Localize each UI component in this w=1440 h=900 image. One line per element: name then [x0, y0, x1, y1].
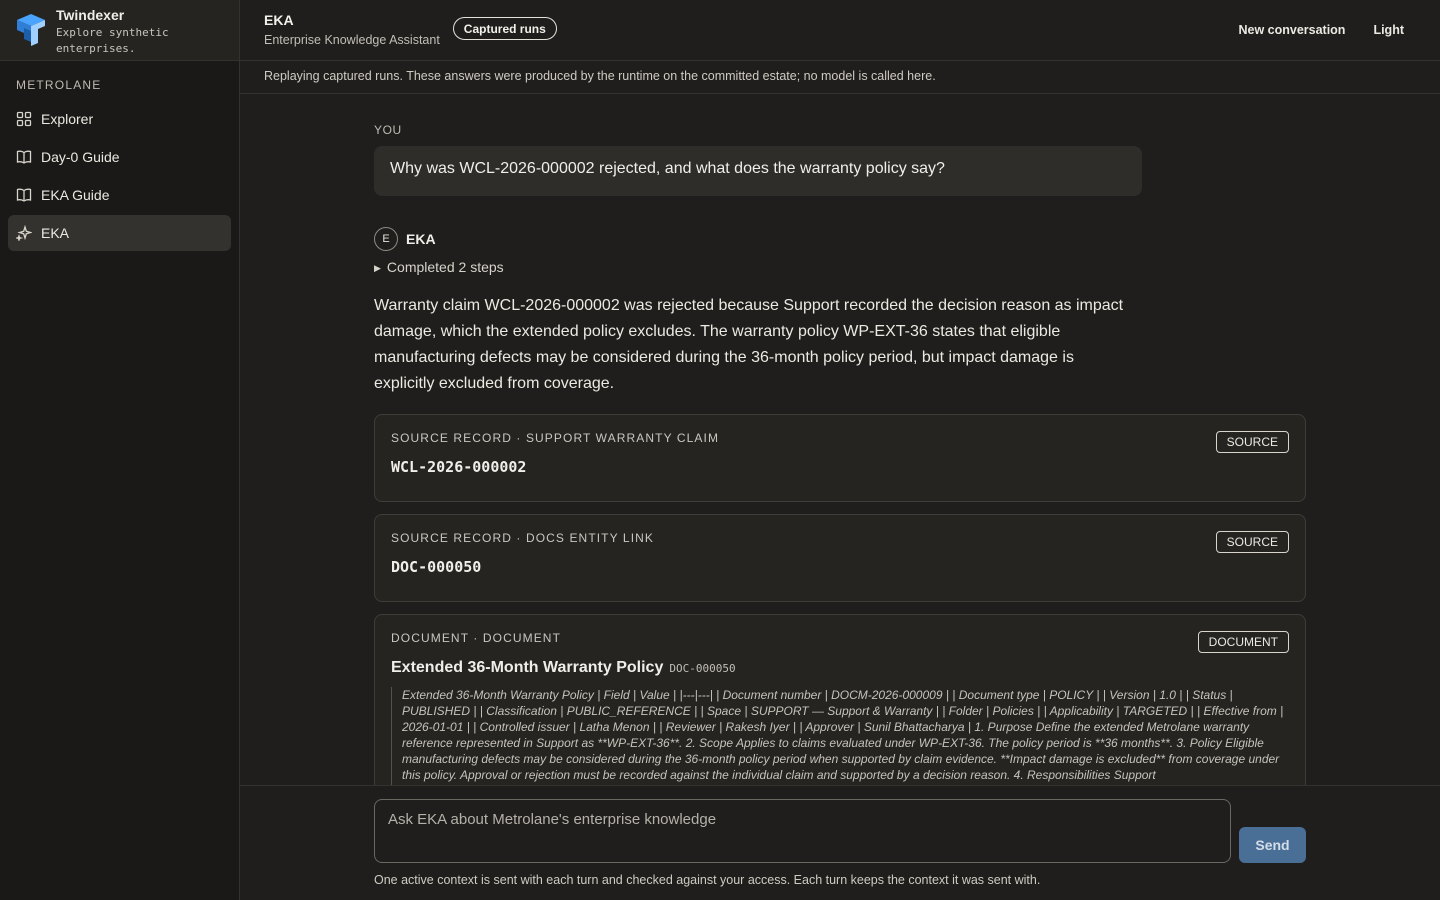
source-card-id: WCL-2026-000002	[391, 458, 527, 476]
page-subtitle: Enterprise Knowledge Assistant	[264, 33, 440, 47]
assistant-header: E EKA	[374, 227, 436, 251]
top-header: EKA Enterprise Knowledge Assistant Captu…	[240, 0, 1440, 61]
sidebar-item-eka[interactable]: EKA	[8, 215, 231, 251]
page-title: EKA	[264, 12, 294, 28]
sidebar-item-label: EKA	[41, 225, 70, 241]
assistant-name: EKA	[406, 231, 436, 247]
conversation-pane[interactable]: YOU Why was WCL-2026-000002 rejected, an…	[240, 94, 1440, 785]
sidebar-item-label: Day-0 Guide	[41, 149, 120, 165]
document-id: DOC-000050	[669, 662, 736, 675]
composer: Ask EKA about Metrolane's enterprise kno…	[240, 785, 1440, 900]
source-badge: SOURCE	[1215, 431, 1289, 453]
assistant-avatar: E	[374, 227, 398, 251]
document-badge: DOCUMENT	[1197, 631, 1289, 653]
document-card-kind: DOCUMENT · DOCUMENT	[391, 631, 562, 645]
brand[interactable]: Twindexer Explore synthetic enterprises.	[0, 0, 239, 61]
source-card-kind: SOURCE RECORD · DOCS ENTITY LINK	[391, 531, 655, 545]
source-card-kind: SOURCE RECORD · SUPPORT WARRANTY CLAIM	[391, 431, 720, 445]
brand-name: Twindexer	[56, 7, 125, 23]
steps-disclosure[interactable]: ▶ Completed 2 steps	[374, 259, 504, 275]
sidebar-item-day-0-guide[interactable]: Day-0 Guide	[8, 139, 231, 175]
book-icon	[16, 150, 32, 164]
source-card[interactable]: SOURCE RECORD · DOCS ENTITY LINK DOC-000…	[374, 514, 1306, 602]
sidebar-item-eka-guide[interactable]: EKA Guide	[8, 177, 231, 213]
sidebar-item-explorer[interactable]: Explorer	[8, 101, 231, 137]
replay-notice: Replaying captured runs. These answers w…	[240, 61, 1440, 94]
source-card[interactable]: SOURCE RECORD · SUPPORT WARRANTY CLAIM W…	[374, 414, 1306, 502]
user-message: Why was WCL-2026-000002 rejected, and wh…	[374, 146, 1142, 196]
disclosure-triangle-icon: ▶	[374, 263, 381, 273]
user-label: YOU	[374, 123, 402, 137]
document-card[interactable]: DOCUMENT · DOCUMENT DOCUMENT Extended 36…	[374, 614, 1306, 785]
brand-tagline: Explore synthetic enterprises.	[56, 26, 169, 55]
send-button[interactable]: Send	[1239, 827, 1306, 863]
source-badge: SOURCE	[1215, 531, 1289, 553]
new-conversation-button[interactable]: New conversation	[1238, 23, 1345, 37]
message-input[interactable]: Ask EKA about Metrolane's enterprise kno…	[374, 799, 1231, 863]
context-note: One active context is sent with each tur…	[374, 873, 1041, 887]
twindexer-logo-icon	[17, 14, 45, 46]
document-title: Extended 36-Month Warranty Policy	[391, 659, 664, 676]
sparkle-icon	[16, 225, 32, 241]
grid-icon	[16, 111, 32, 127]
sidebar: Twindexer Explore synthetic enterprises.…	[0, 0, 240, 900]
sidebar-nav: Explorer Day-0 Guide EKA Guide EKA	[0, 101, 239, 251]
steps-label: Completed 2 steps	[386, 259, 504, 275]
book-icon	[16, 188, 32, 202]
sidebar-item-label: EKA Guide	[41, 187, 110, 203]
captured-runs-badge: Captured runs	[452, 17, 557, 40]
assistant-answer: Warranty claim WCL-2026-000002 was rejec…	[374, 297, 1124, 392]
source-card-id: DOC-000050	[391, 558, 482, 576]
document-title-row: Extended 36-Month Warranty Policy DOC-000…	[391, 659, 1289, 677]
theme-toggle-button[interactable]: Light	[1373, 23, 1404, 37]
sidebar-item-label: Explorer	[41, 111, 94, 127]
sidebar-section-label: METROLANE	[16, 78, 102, 92]
document-excerpt: Extended 36-Month Warranty Policy | Fiel…	[391, 687, 1289, 785]
